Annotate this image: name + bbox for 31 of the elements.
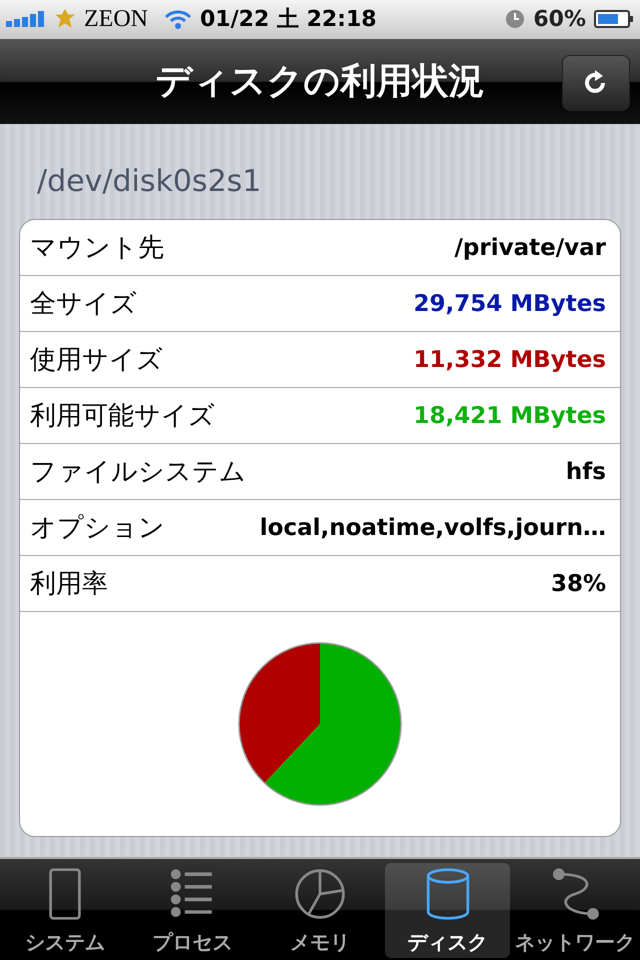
battery-percent: 60% [533,6,586,32]
refresh-button[interactable] [562,54,630,111]
wifi-icon [164,9,192,30]
row-value: hfs [566,458,606,485]
row-value: /private/var [454,234,606,261]
row-value: 18,421 MBytes [414,402,606,429]
emblem-icon [54,8,76,30]
row-label: 全サイズ [30,288,137,322]
screen-title: ディスクの利用状況 [156,60,484,104]
device-name: /dev/disk0s2s1 [36,164,262,200]
tab[interactable]: ネットワーク [512,863,638,958]
status-time: 01/22 土 22:18 [200,6,377,34]
row-value: 11,332 MBytes [414,346,606,373]
row-value: 29,754 MBytes [414,290,606,317]
carrier-name: ZEON [84,6,148,33]
pie-chart-icon [292,867,347,922]
clock-icon [505,9,526,30]
row-label: オプション [30,512,165,546]
tab[interactable]: システム [2,863,128,958]
tab[interactable]: プロセス [130,863,256,958]
row-label: 利用率 [30,568,108,602]
row-label: マウント先 [30,232,164,266]
row-label: 利用可能サイズ [30,400,215,434]
row-value: 38% [550,570,606,597]
tab[interactable]: ディスク [384,863,510,958]
battery-icon [594,9,634,30]
row-label: ファイルシステム [30,456,246,490]
tab[interactable]: メモリ [257,863,383,958]
row-label: 使用サイズ [30,344,163,378]
signal-icon [6,11,46,28]
row-value: local,noatime,volfs,journ… [260,514,606,541]
